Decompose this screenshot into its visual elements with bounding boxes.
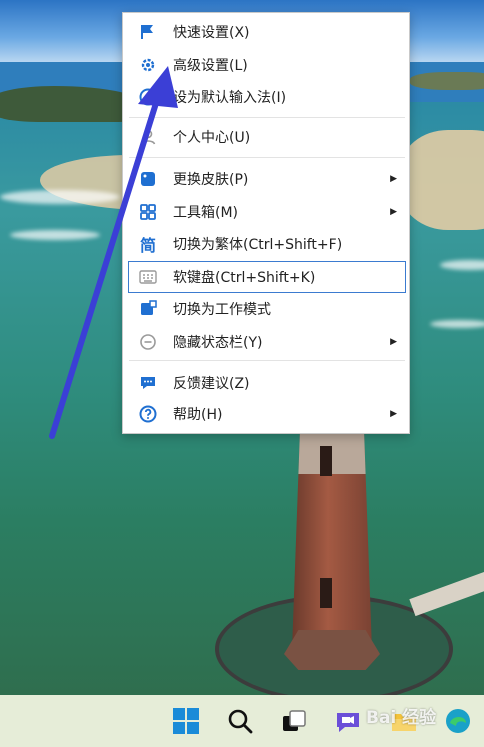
submenu-arrow-icon: ▶ (390, 174, 397, 184)
traditional-chinese-icon: 简 (139, 236, 156, 255)
menu-item-personal-center[interactable]: 个人中心(U) (129, 123, 405, 151)
ime-context-menu: 快速设置(X) 高级设置(L) 设为默认输入法(I) 个人中心(U) 更换皮肤(… (122, 12, 410, 434)
user-icon (138, 127, 158, 147)
menu-item-label: 个人中心(U) (173, 130, 251, 146)
menu-item-label: 切换为繁体(Ctrl+Shift+F) (173, 237, 343, 253)
windows-start-icon[interactable] (172, 707, 200, 735)
submenu-arrow-icon: ▶ (390, 207, 397, 217)
flag-icon (138, 22, 158, 42)
chat-icon[interactable] (334, 707, 362, 735)
menu-item-label: 帮助(H) (173, 407, 223, 423)
menu-item-work-mode[interactable]: 切换为工作模式 (129, 295, 405, 323)
keyboard-icon (138, 267, 158, 287)
gear-icon (138, 55, 158, 75)
menu-item-label: 快速设置(X) (173, 25, 250, 41)
menu-item-feedback[interactable]: 反馈建议(Z) (129, 369, 405, 397)
menu-item-label: 工具箱(M) (173, 205, 239, 221)
menu-item-label: 高级设置(L) (173, 58, 248, 74)
menu-item-help[interactable]: 帮助(H) ▶ (129, 400, 405, 428)
menu-item-hide-statusbar[interactable]: 隐藏状态栏(Y) ▶ (129, 328, 405, 356)
menu-item-label: 设为默认输入法(I) (173, 90, 287, 106)
toolbox-grid-icon (138, 202, 158, 222)
menu-item-advanced-settings[interactable]: 高级设置(L) (129, 51, 405, 79)
edge-icon[interactable] (444, 707, 472, 735)
menu-item-toolbox[interactable]: 工具箱(M) ▶ (129, 198, 405, 226)
menu-item-set-default[interactable]: 设为默认输入法(I) (129, 83, 405, 111)
menu-separator (129, 117, 405, 118)
menu-item-label: 反馈建议(Z) (173, 376, 250, 392)
menu-separator (129, 360, 405, 361)
menu-separator (129, 157, 405, 158)
menu-item-label: 更换皮肤(P) (173, 172, 249, 188)
feedback-icon (138, 373, 158, 393)
submenu-arrow-icon: ▶ (390, 409, 397, 419)
submenu-arrow-icon: ▶ (390, 337, 397, 347)
help-icon (138, 404, 158, 424)
menu-item-quick-settings[interactable]: 快速设置(X) (129, 18, 405, 46)
menu-item-switch-traditional[interactable]: 简 切换为繁体(Ctrl+Shift+F) (129, 230, 405, 258)
menu-item-label: 切换为工作模式 (173, 302, 271, 318)
task-view-icon[interactable] (280, 707, 308, 735)
menu-item-label: 软键盘(Ctrl+Shift+K) (173, 270, 316, 286)
minus-circle-icon (138, 332, 158, 352)
menu-item-change-skin[interactable]: 更换皮肤(P) ▶ (129, 165, 405, 193)
menu-item-soft-keyboard[interactable]: 软键盘(Ctrl+Shift+K) (128, 261, 406, 293)
search-icon[interactable] (226, 707, 254, 735)
menu-item-label: 隐藏状态栏(Y) (173, 335, 263, 351)
work-mode-icon (138, 299, 158, 319)
palette-icon (138, 169, 158, 189)
lighthouse (284, 430, 380, 670)
watermark: Bai 经验 (366, 708, 437, 728)
check-circle-icon (138, 87, 158, 107)
